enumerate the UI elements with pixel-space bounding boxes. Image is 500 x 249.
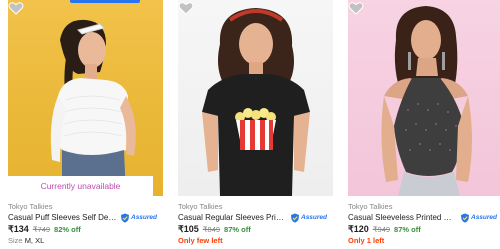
heart-icon[interactable]: [8, 0, 24, 16]
product-image[interactable]: [348, 0, 500, 196]
assured-label: Assured: [131, 214, 158, 221]
original-price: ₹949: [372, 225, 391, 234]
selling-price: ₹134: [8, 224, 29, 234]
product-title-row[interactable]: Casual Regular Sleeves Printed ... Assur…: [178, 212, 338, 223]
product-brand: Tokyo Talkies: [178, 202, 223, 211]
product-title[interactable]: Casual Sleeveless Printed Wome...: [348, 213, 458, 222]
product-card[interactable]: Tokyo Talkies Casual Regular Sleeves Pri…: [178, 0, 338, 249]
unavailable-label: Currently unavailable: [8, 176, 153, 196]
price-row: ₹120 ₹949 87% off: [348, 224, 421, 235]
assured-label: Assured: [471, 214, 498, 221]
assured-badge: Assured: [120, 213, 157, 223]
header-accent-bar: [70, 0, 140, 3]
size-info: Size M, XL: [8, 236, 44, 245]
original-price: ₹849: [202, 225, 221, 234]
product-brand: Tokyo Talkies: [8, 202, 53, 211]
price-row: ₹134 ₹749 82% off: [8, 224, 81, 235]
product-photo: [202, 8, 310, 196]
heart-icon[interactable]: [178, 0, 194, 16]
price-row: ₹105 ₹849 87% off: [178, 224, 251, 235]
product-title-row[interactable]: Casual Puff Sleeves Self Design ... Assu…: [8, 212, 168, 223]
assured-shield-icon: [291, 213, 299, 223]
selling-price: ₹120: [348, 224, 369, 234]
discount-label: 87% off: [224, 225, 251, 234]
product-photo: [381, 6, 472, 196]
product-card[interactable]: Tokyo Talkies Casual Sleeveless Printed …: [348, 0, 500, 249]
assured-shield-icon: [461, 213, 469, 223]
original-price: ₹749: [32, 225, 51, 234]
heart-icon[interactable]: [348, 0, 364, 16]
discount-label: 87% off: [394, 225, 421, 234]
assured-label: Assured: [301, 214, 328, 221]
product-photo: [50, 19, 136, 196]
product-card[interactable]: Currently unavailable Tokyo Talkies Casu…: [8, 0, 168, 249]
product-image[interactable]: [178, 0, 333, 196]
size-values: M, XL: [24, 236, 45, 245]
discount-label: 82% off: [54, 225, 81, 234]
stock-note: Only 1 left: [348, 236, 385, 245]
product-brand: Tokyo Talkies: [348, 202, 393, 211]
product-title-row[interactable]: Casual Sleeveless Printed Wome... Assure…: [348, 212, 500, 223]
stock-note: Only few left: [178, 236, 223, 245]
product-title[interactable]: Casual Puff Sleeves Self Design ...: [8, 213, 118, 222]
assured-badge: Assured: [290, 213, 327, 223]
assured-shield-icon: [121, 213, 129, 223]
popcorn-print: [235, 108, 276, 150]
assured-badge: Assured: [460, 213, 497, 223]
size-label: Size: [8, 236, 23, 245]
product-title[interactable]: Casual Regular Sleeves Printed ...: [178, 213, 288, 222]
selling-price: ₹105: [178, 224, 199, 234]
product-image[interactable]: Currently unavailable: [8, 0, 163, 196]
